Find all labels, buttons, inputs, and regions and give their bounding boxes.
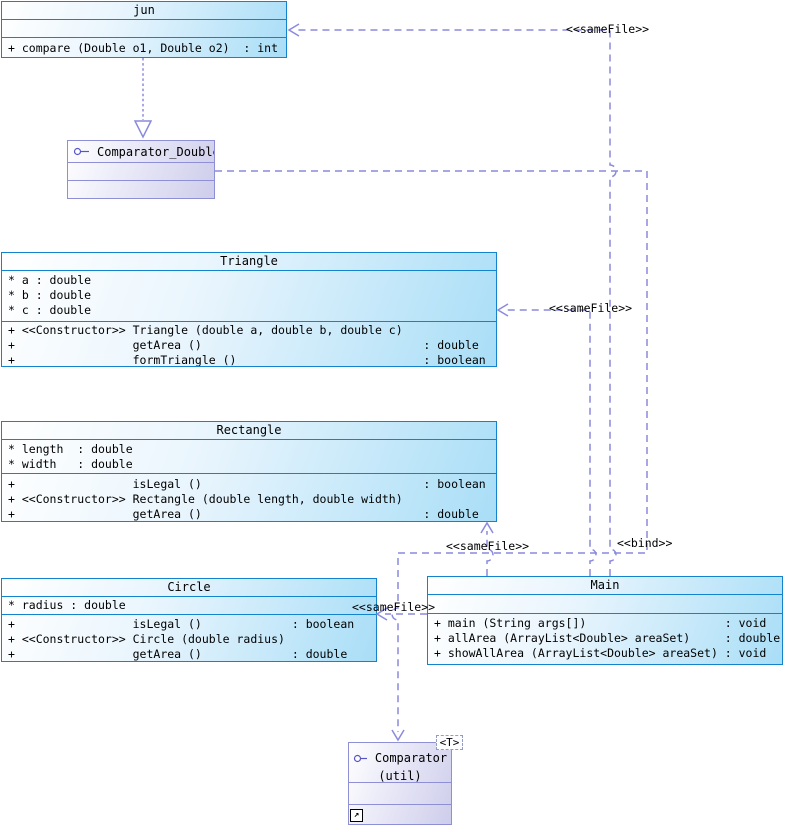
attributes-compartment: [349, 782, 451, 804]
class-triangle[interactable]: Triangle * a : double * b : double * c :…: [1, 252, 497, 367]
external-link-icon: ↗: [350, 809, 363, 822]
method: + showAllArea (ArrayList<Double> areaSet…: [434, 646, 767, 660]
interface-comparator-util[interactable]: Comparator (util): [348, 742, 452, 825]
attribute: * radius : double: [8, 598, 126, 612]
class-title: Comparator: [374, 751, 448, 765]
class-circle[interactable]: Circle * radius : double + isLegal () : …: [1, 578, 377, 662]
method: + allArea (ArrayList<Double> areaSet) : …: [434, 631, 781, 645]
dependency-main-to-triangle[interactable]: [496, 303, 597, 576]
class-rectangle[interactable]: Rectangle * length : double * width : do…: [1, 421, 497, 522]
methods-compartment: + compare (Double o1, Double o2) : int: [2, 37, 286, 57]
class-main[interactable]: Main + main (String args[]) : void + all…: [427, 576, 783, 665]
stereotype-label-samefile-jun[interactable]: <<sameFile>>: [566, 23, 649, 36]
attributes-compartment: * length : double * width : double: [2, 439, 496, 473]
stereotype-label-samefile-triangle[interactable]: <<sameFile>>: [549, 302, 632, 315]
attribute: * width : double: [8, 457, 133, 471]
class-title: Comparator_Double: [97, 144, 214, 159]
connector-layer: [133, 23, 648, 742]
class-title: Circle: [167, 580, 211, 594]
attribute: * c : double: [8, 303, 92, 317]
method: + <<Constructor>> Rectangle (double leng…: [8, 492, 403, 506]
realization-jun-to-comparator-double[interactable]: [133, 58, 153, 139]
attributes-compartment: * radius : double: [2, 596, 376, 614]
methods-compartment: [349, 804, 451, 825]
method: + formTriangle () : boolean: [8, 353, 486, 366]
class-subtitle: (util): [378, 769, 422, 782]
methods-compartment: + isLegal () : boolean + <<Constructor>>…: [2, 614, 376, 663]
stereotype-label-samefile-rectangle[interactable]: <<sameFile>>: [446, 540, 529, 553]
interface-comparator-double[interactable]: Comparator_Double: [67, 140, 215, 199]
attribute: * b : double: [8, 288, 92, 302]
methods-compartment: + isLegal () : boolean + <<Constructor>>…: [2, 473, 496, 521]
methods-compartment: + main (String args[]) : void + allArea …: [428, 613, 782, 664]
attribute: * a : double: [8, 273, 92, 287]
method: + compare (Double o1, Double o2) : int: [8, 41, 279, 55]
method: + <<Constructor>> Circle (double radius): [8, 632, 285, 646]
method: + getArea () : double: [8, 507, 479, 521]
class-title: Main: [590, 578, 620, 592]
stereotype-label-samefile-circle[interactable]: <<sameFile>>: [352, 601, 435, 614]
methods-compartment: [68, 180, 214, 198]
attributes-compartment: [428, 594, 782, 613]
uml-diagram-canvas: jun + compare (Double o1, Double o2) : i…: [0, 0, 799, 828]
stereotype-label-bind[interactable]: <<bind>>: [617, 537, 672, 550]
class-title: Triangle: [220, 254, 278, 268]
methods-compartment: + <<Constructor>> Triangle (double a, do…: [2, 321, 496, 366]
method: + isLegal () : boolean: [8, 477, 486, 491]
template-parameter-box[interactable]: <T>: [436, 735, 463, 750]
method: + <<Constructor>> Triangle (double a, do…: [8, 323, 403, 337]
class-title: Rectangle: [216, 423, 282, 437]
interface-lollipop-icon: [353, 754, 367, 762]
method: + isLegal () : boolean: [8, 617, 355, 631]
attribute: * length : double: [8, 442, 133, 456]
class-title: jun: [133, 3, 155, 17]
interface-lollipop-icon: [73, 147, 89, 156]
attributes-compartment: [68, 162, 214, 180]
method: + getArea () : double: [8, 338, 479, 352]
method: + getArea () : double: [8, 647, 348, 661]
class-title-row: Comparator_Double: [68, 141, 214, 162]
attributes-compartment: [2, 19, 286, 37]
class-jun[interactable]: jun + compare (Double o1, Double o2) : i…: [1, 1, 287, 58]
attributes-compartment: * a : double * b : double * c : double: [2, 270, 496, 321]
method: + main (String args[]) : void: [434, 616, 767, 630]
